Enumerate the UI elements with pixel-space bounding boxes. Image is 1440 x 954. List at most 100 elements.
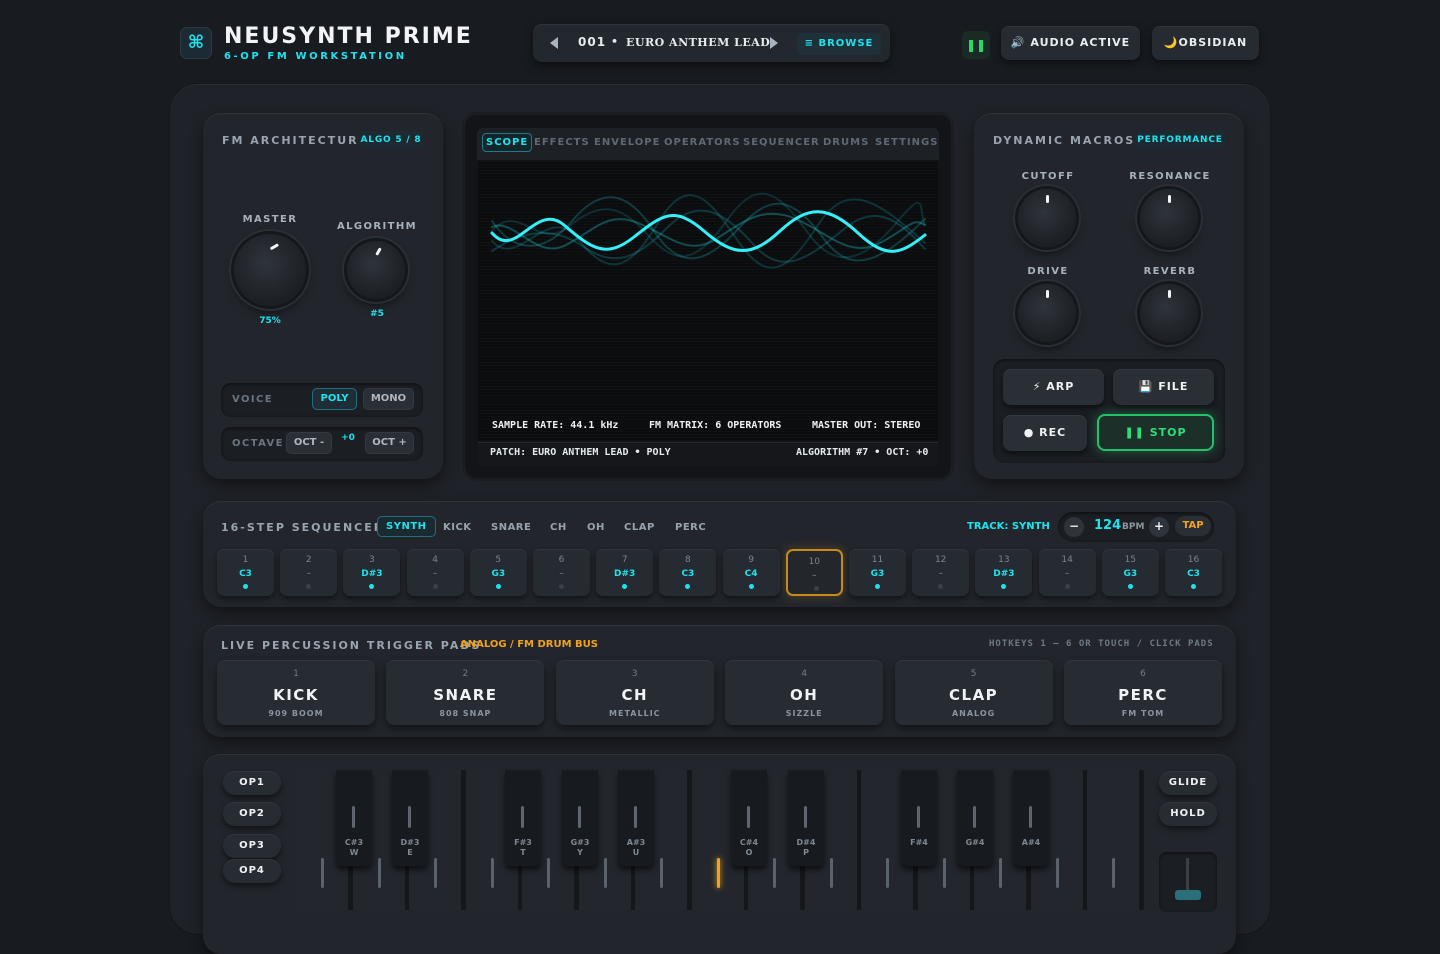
- rec-button[interactable]: ● REC: [1003, 415, 1087, 451]
- black-key-asharp3[interactable]: A#3 U: [618, 770, 654, 866]
- pad-snare[interactable]: 2 SNARE 808 SNAP: [386, 660, 545, 725]
- step-number: 11: [871, 555, 884, 565]
- step-2[interactable]: 2–: [280, 549, 338, 596]
- step-13[interactable]: 13 D#3: [975, 549, 1033, 596]
- step-14[interactable]: 14 –: [1038, 549, 1096, 596]
- key-label: D#4 P: [796, 838, 816, 857]
- octave-up-button[interactable]: OCT +: [365, 432, 414, 454]
- pause-icon[interactable]: ❚❚: [962, 31, 990, 59]
- step-note: C3: [239, 569, 252, 579]
- step-16[interactable]: 16 C3: [1165, 549, 1222, 596]
- pad-name: CH: [621, 686, 649, 704]
- step-11[interactable]: 11 G3: [849, 549, 906, 596]
- step-15[interactable]: 15 G3: [1101, 549, 1159, 596]
- pad-number: 1: [293, 669, 299, 679]
- reverb-knob[interactable]: [1140, 284, 1198, 342]
- glide-button[interactable]: GLIDE: [1159, 771, 1217, 795]
- black-key-gsharp3[interactable]: G#3 Y: [562, 770, 598, 866]
- track-oh[interactable]: OH: [587, 522, 605, 533]
- step-6[interactable]: 6–: [533, 549, 590, 596]
- theme-button[interactable]: 🌙OBSIDIAN: [1152, 26, 1259, 60]
- algorithm-value: #5: [370, 309, 384, 319]
- step-12[interactable]: 12 –: [912, 549, 970, 596]
- key-led: [1055, 858, 1059, 888]
- pad-clap[interactable]: 5 CLAP ANALOG: [894, 660, 1053, 725]
- cutoff-knob[interactable]: [1018, 189, 1076, 247]
- audio-active-button[interactable]: 🔊 AUDIO ACTIVE: [1001, 26, 1140, 60]
- op2-button[interactable]: OP2: [223, 802, 281, 826]
- tab-effects[interactable]: EFFECTS: [534, 137, 590, 148]
- black-key-dsharp3[interactable]: D#3 E: [392, 770, 428, 866]
- pad-ch[interactable]: 3 CH METALLIC: [555, 660, 714, 725]
- white-key[interactable]: [1087, 770, 1141, 910]
- drive-knob[interactable]: [1018, 284, 1076, 342]
- step-number: 3: [369, 555, 375, 565]
- file-button[interactable]: 💾 FILE: [1113, 369, 1214, 405]
- tap-tempo-button[interactable]: TAP: [1175, 516, 1211, 536]
- track-snare[interactable]: SNARE: [491, 522, 531, 533]
- track-perc[interactable]: PERC: [675, 522, 706, 533]
- step-5[interactable]: 5 G3: [469, 549, 527, 596]
- black-key-dsharp4[interactable]: D#4 P: [788, 770, 824, 866]
- voice-poly-button[interactable]: POLY: [312, 388, 357, 410]
- next-preset-icon[interactable]: [770, 37, 778, 49]
- step-note: –: [559, 569, 564, 579]
- pad-sub: 909 BOOM: [268, 709, 324, 718]
- step-9[interactable]: 9 C4: [722, 549, 780, 596]
- octave-down-button[interactable]: OCT -: [286, 432, 332, 454]
- pad-name: KICK: [273, 686, 319, 704]
- black-key-csharp3[interactable]: C#3 W: [336, 770, 372, 866]
- voice-mono-button[interactable]: MONO: [363, 388, 414, 410]
- op3-button[interactable]: OP3: [223, 834, 281, 858]
- track-ch[interactable]: CH: [550, 522, 567, 533]
- step-number: 14: [1061, 555, 1073, 565]
- tab-envelope[interactable]: ENVELOPE: [594, 137, 660, 148]
- tab-drums[interactable]: DRUMS: [823, 137, 869, 148]
- key-label: D#3 E: [400, 838, 420, 857]
- key-led: [829, 858, 833, 888]
- step-3[interactable]: 3 D#3: [343, 549, 401, 596]
- step-8[interactable]: 8 C3: [659, 549, 717, 596]
- step-note: D#3: [361, 569, 383, 579]
- bpm-increase-button[interactable]: +: [1149, 517, 1169, 537]
- tab-scope[interactable]: SCOPE: [482, 133, 533, 152]
- pitch-wheel[interactable]: [1159, 852, 1217, 912]
- track-synth[interactable]: SYNTH: [377, 516, 436, 537]
- track-clap[interactable]: CLAP: [624, 522, 655, 533]
- step-10[interactable]: 10 –: [785, 549, 843, 596]
- pad-perc[interactable]: 6 PERC FM TOM: [1064, 660, 1222, 725]
- bpm-decrease-button[interactable]: −: [1064, 517, 1084, 537]
- black-key-csharp4[interactable]: C#4 O: [731, 770, 767, 866]
- master-label: MASTER: [242, 214, 298, 225]
- op1-button[interactable]: OP1: [223, 771, 281, 795]
- step-1[interactable]: 1 C3: [217, 549, 274, 596]
- key-led: [773, 858, 776, 888]
- track-kick[interactable]: KICK: [443, 522, 472, 533]
- step-4[interactable]: 4–: [406, 549, 464, 596]
- black-key-fsharp4[interactable]: F#4: [901, 770, 937, 866]
- step-led: [1001, 584, 1007, 589]
- pad-oh[interactable]: 4 OH SIZZLE: [725, 660, 884, 725]
- browse-button[interactable]: ≡ BROWSE: [797, 33, 881, 55]
- hold-button[interactable]: HOLD: [1159, 802, 1217, 826]
- black-key-fsharp3[interactable]: F#3 T: [505, 770, 541, 866]
- arp-button[interactable]: ⚡ ARP: [1003, 369, 1104, 405]
- step-7[interactable]: 7 D#3: [596, 549, 654, 596]
- prev-preset-icon[interactable]: [550, 37, 558, 49]
- black-key-gsharp4[interactable]: G#4: [957, 770, 993, 866]
- key-label: C#3 W: [344, 838, 364, 857]
- resonance-knob[interactable]: [1140, 189, 1198, 247]
- key-label: F#4: [910, 838, 928, 847]
- op4-button[interactable]: OP4: [223, 859, 281, 883]
- pad-number: 6: [1140, 669, 1146, 679]
- master-knob[interactable]: [234, 234, 306, 306]
- pad-sub: METALLIC: [609, 709, 661, 718]
- pad-kick[interactable]: 1 KICK 909 BOOM: [217, 660, 375, 725]
- black-key-asharp4[interactable]: A#4: [1013, 770, 1049, 866]
- stop-button[interactable]: ❚❚ STOP: [1097, 414, 1214, 451]
- step-note: C4: [744, 569, 758, 579]
- algorithm-knob[interactable]: [347, 241, 405, 299]
- tab-settings[interactable]: SETTINGS: [875, 137, 938, 148]
- tab-sequencer[interactable]: SEQUENCER: [743, 137, 820, 148]
- tab-operators[interactable]: OPERATORS: [664, 137, 741, 148]
